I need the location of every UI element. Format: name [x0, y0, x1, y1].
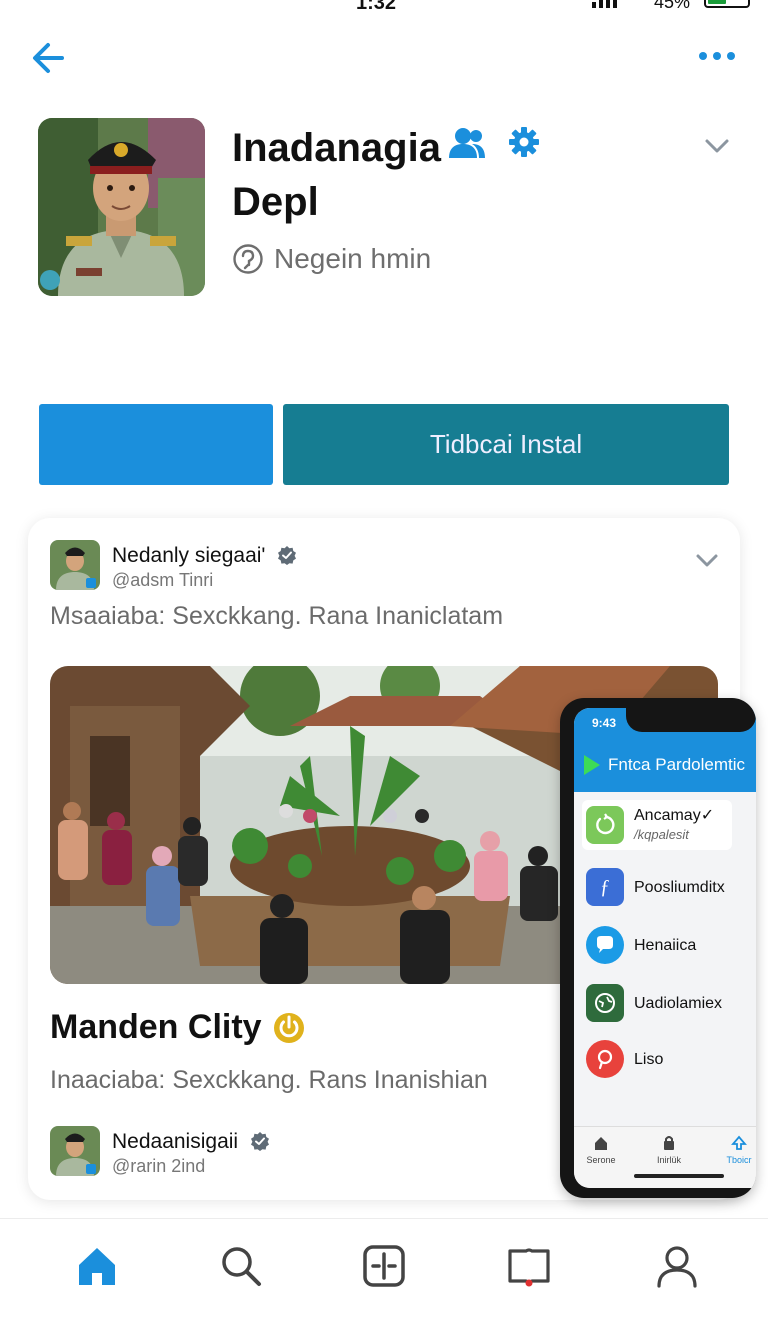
battery-icon [704, 0, 750, 8]
gear-icon[interactable] [508, 126, 540, 158]
globe-icon [586, 984, 624, 1022]
install-button[interactable]: Tidbcai Instal [283, 404, 729, 485]
phone-app-label: Henaiica [634, 936, 697, 954]
post-author-name-text: Nedanly siegaai' [112, 544, 266, 567]
post-description: Inaaciaba: Sexckkang. Rans Inanishian [50, 1066, 488, 1094]
nav-search[interactable] [218, 1243, 264, 1289]
nav-library[interactable] [506, 1243, 552, 1289]
status-bar: 1:32 45% [0, 0, 768, 14]
phone-header: Fntca Pardolemtic [574, 738, 756, 792]
refresh-icon [586, 806, 624, 844]
footer-author-avatar[interactable] [50, 1126, 100, 1176]
power-badge-icon [273, 1012, 304, 1043]
phone-tab-label: Tboicr [726, 1155, 752, 1165]
chevron-down-icon[interactable] [694, 550, 720, 570]
verified-badge-icon [278, 546, 297, 565]
post-text: Msaaiaba: Sexckkang. Rana Inaniclatam [50, 602, 504, 630]
phone-app-item[interactable]: Henaiica [586, 920, 756, 970]
phone-app-sublabel: /kqpalesit [634, 827, 689, 842]
phone-screen: 9:43 Fntca Pardolemtic Ancamay✓/kqpalesi… [574, 708, 756, 1188]
profile-avatar[interactable] [38, 118, 205, 296]
chat-icon [586, 926, 624, 964]
nav-profile[interactable] [654, 1243, 700, 1289]
phone-app-label: Liso [634, 1050, 664, 1068]
phone-app-item[interactable]: Ancamay✓ /kqpalesit [582, 800, 732, 850]
install-button-label: Tidbcai Instal [429, 429, 583, 459]
compose-icon [363, 1245, 405, 1287]
search-icon [222, 1247, 261, 1286]
home-icon [79, 1248, 115, 1285]
post-title: Manden Clity [50, 1008, 306, 1047]
profile-icon [657, 1246, 697, 1288]
phone-header-title: Fntca Pardolemtic [608, 755, 745, 774]
phone-tab-bar: Serone Inirlük Tboicr [574, 1126, 756, 1188]
phone-tab-library[interactable]: Inirlük [644, 1135, 694, 1165]
home-indicator [634, 1174, 724, 1178]
more-dots-icon [699, 52, 735, 60]
book-icon [508, 1248, 550, 1287]
top-bar [0, 30, 768, 86]
phone-app-item[interactable]: Uadiolamiex [586, 978, 756, 1028]
bottom-navigation [0, 1218, 768, 1344]
post-header: Nedanly siegaai' @adsm Tinri [50, 540, 720, 592]
phone-app-item[interactable]: ƒ Poosliumditx [586, 862, 756, 912]
arrow-left-icon [33, 43, 64, 73]
phone-app-label: Uadiolamiex [634, 994, 723, 1012]
verified-badge-icon [250, 1132, 269, 1151]
person-verified-icon [449, 128, 485, 158]
play-icon [584, 755, 600, 775]
post-author-avatar[interactable] [50, 540, 100, 590]
profile-subtitle-row: Negein hmin [232, 242, 431, 276]
more-options-button[interactable] [696, 44, 738, 68]
pin-icon [586, 1040, 624, 1078]
lock-icon [664, 1136, 674, 1150]
back-button[interactable] [28, 38, 72, 78]
nav-home[interactable] [74, 1243, 120, 1289]
footer-author-name: Nedaanisigaii [112, 1130, 270, 1154]
nav-compose[interactable] [361, 1243, 407, 1289]
phone-tab-home[interactable]: Serone [576, 1135, 626, 1165]
primary-action-button[interactable] [39, 404, 273, 485]
profile-name-line2: Depl [232, 180, 319, 224]
phone-tab-label: Inirlük [656, 1155, 681, 1165]
battery-percent: 45% [654, 0, 691, 12]
profile-header: Inadanagia Depl Negein hmin [38, 118, 738, 298]
phone-app-label: Ancamay✓ [634, 807, 715, 824]
phone-app-item[interactable]: Liso [586, 1034, 756, 1084]
font-icon: ƒ [586, 868, 624, 906]
status-time: 1:32 [356, 0, 397, 14]
footer-author-handle: @rarin 2ind [112, 1156, 206, 1176]
phone-app-label: Poosliumditx [634, 878, 725, 896]
phone-notch [626, 708, 756, 732]
upload-icon [731, 1135, 747, 1150]
home-icon [595, 1137, 607, 1150]
chevron-down-icon[interactable] [702, 134, 732, 158]
help-circle-icon [233, 244, 263, 274]
post-title-text: Manden Clity [50, 1008, 262, 1046]
phone-tab-active[interactable]: Tboicr [714, 1135, 756, 1165]
signal-icon [592, 0, 617, 8]
post-footer-author: Nedaanisigaii @rarin 2ind [50, 1126, 550, 1178]
phone-mockup: 9:43 Fntca Pardolemtic Ancamay✓/kqpalesi… [560, 698, 756, 1198]
profile-name: Inadanagia [232, 126, 441, 170]
footer-author-name-text: Nedaanisigaii [112, 1130, 239, 1153]
profile-subtitle: Negein hmin [274, 243, 432, 274]
post-author-handle: @adsm Tinri [112, 570, 214, 590]
phone-tab-label: Serone [586, 1155, 616, 1165]
post-author-name: Nedanly siegaai' [112, 544, 297, 568]
